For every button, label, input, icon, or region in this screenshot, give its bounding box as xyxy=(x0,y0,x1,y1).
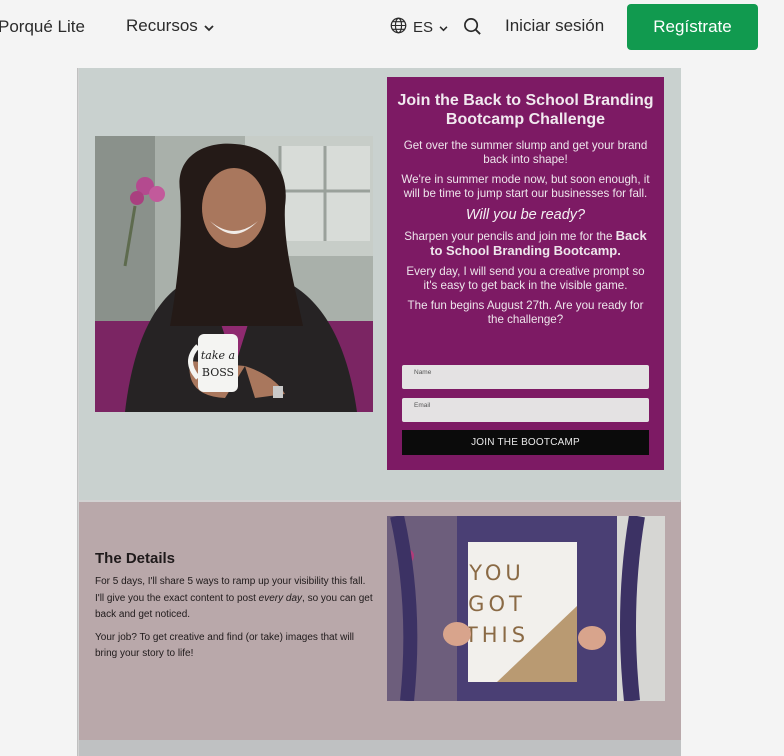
card-paragraph-5: The fun begins August 27th. Are you read… xyxy=(407,299,644,326)
card-paragraph-3: Sharpen your pencils and join me for the… xyxy=(401,229,650,258)
nav-recursos-label: Recursos xyxy=(126,16,198,35)
globe-icon xyxy=(390,17,407,38)
hero-photo: take a BOSS xyxy=(95,136,373,412)
next-section-strip xyxy=(79,740,681,756)
you-got-this-photo: YOU GOT THIS xyxy=(387,516,665,701)
card-paragraph-1: Get over the summer slump and get your b… xyxy=(403,139,648,166)
language-code: ES xyxy=(413,19,434,36)
name-field[interactable]: Name xyxy=(402,365,649,389)
details-paragraph-2: Your job? To get creative and find (or t… xyxy=(95,631,355,660)
nav-link-recursos[interactable]: Recursos xyxy=(126,16,214,37)
name-field-placeholder: Name xyxy=(414,369,432,376)
top-nav: Porqué Lite Recursos ES Iniciar sesión R… xyxy=(0,0,784,58)
hero-section: take a BOSS Join the Back to School Bran… xyxy=(79,68,681,500)
email-field-placeholder: Email xyxy=(414,402,431,409)
details-paragraph-1: For 5 days, I'll share 5 ways to ramp up… xyxy=(95,574,373,624)
signup-button[interactable]: Regístrate xyxy=(627,4,758,50)
email-field[interactable]: Email xyxy=(402,398,649,422)
sign-line-2: GOT xyxy=(468,592,526,616)
svg-text:take a: take a xyxy=(201,349,235,362)
bootcamp-signup-card: Join the Back to School Branding Bootcam… xyxy=(387,77,664,470)
chevron-down-icon xyxy=(439,19,448,36)
card-paragraph-4: Every day, I will send you a creative pr… xyxy=(406,265,645,292)
search-icon[interactable] xyxy=(463,17,482,40)
login-link[interactable]: Iniciar sesión xyxy=(505,16,604,36)
join-bootcamp-button[interactable]: JOIN THE BOOTCAMP xyxy=(402,430,649,455)
sign-line-1: YOU xyxy=(468,561,525,585)
card-paragraph-3-text: Sharpen your pencils and join me for the xyxy=(404,230,616,243)
details-title: The Details xyxy=(95,550,176,567)
card-paragraph-2: We're in summer mode now, but soon enoug… xyxy=(401,173,650,200)
card-ready-question: Will you be ready? xyxy=(465,207,586,223)
svg-text:BOSS: BOSS xyxy=(202,366,234,379)
page-preview: take a BOSS Join the Back to School Bran… xyxy=(77,68,681,756)
details-section: The Details For 5 days, I'll share 5 way… xyxy=(79,502,681,740)
language-selector[interactable]: ES xyxy=(390,17,448,38)
chevron-down-icon xyxy=(204,17,214,37)
details-text: The Details For 5 days, I'll share 5 way… xyxy=(95,550,373,669)
nav-link-porque-lite[interactable]: Porqué Lite xyxy=(0,17,85,37)
card-title: Join the Back to School Branding Bootcam… xyxy=(397,92,654,128)
sign-line-3: THIS xyxy=(464,623,529,647)
details-p1-emphasis: every day xyxy=(258,592,303,604)
